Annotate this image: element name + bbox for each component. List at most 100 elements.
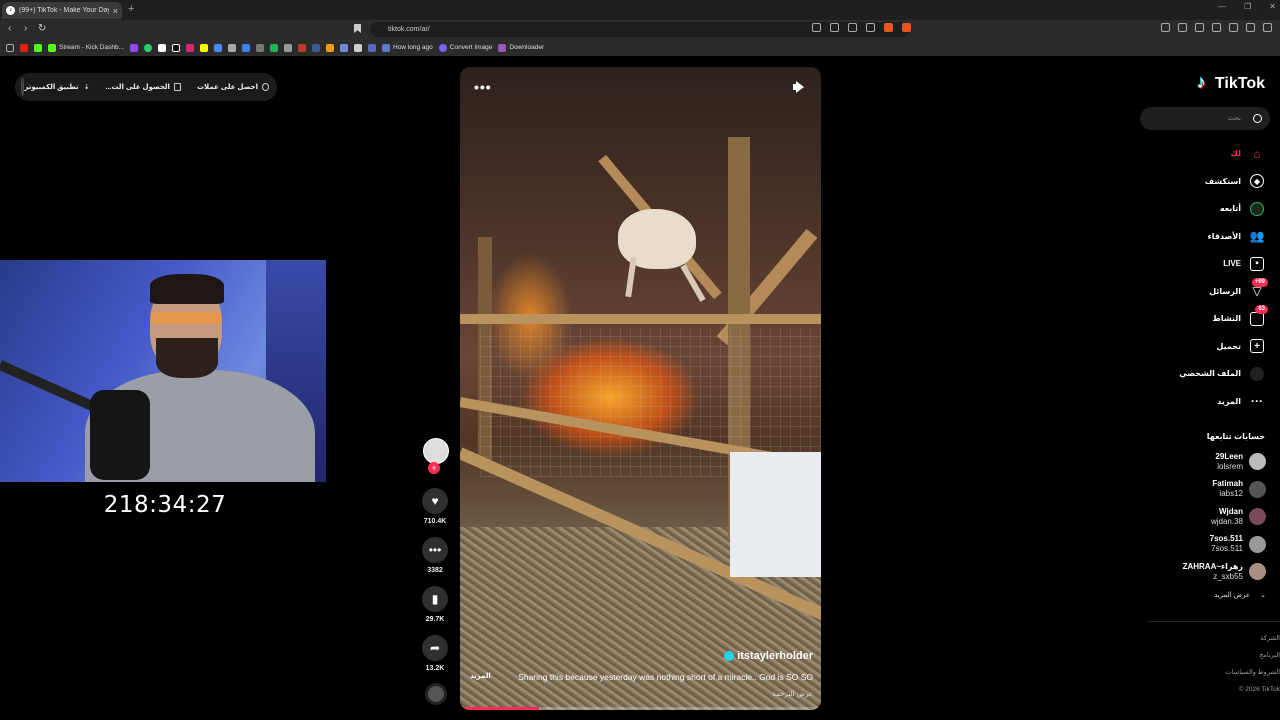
bookmark-whatsapp[interactable] (144, 43, 153, 52)
video-caption: المزيد Sharing this because yesterday wa… (470, 672, 813, 682)
translate-icon[interactable] (812, 23, 821, 32)
nav-profile[interactable]: الملف الشخصي (1124, 360, 1264, 388)
bookmark-item[interactable] (256, 43, 265, 52)
close-tab-icon[interactable]: × (113, 6, 118, 16)
window-controls: — ❐ ✕ (1218, 2, 1276, 11)
nav-upload[interactable]: تحميل + (1124, 333, 1264, 361)
list-item[interactable]: 29Leen lolsrem (1156, 448, 1266, 476)
see-more-button[interactable]: عرض المزيد ⌄ (1214, 591, 1266, 599)
bookmark-instagram[interactable] (186, 43, 195, 52)
list-item[interactable]: Wjdan wjdan.38 (1156, 503, 1266, 531)
bookmark-item[interactable] (242, 43, 251, 52)
sidebar-icon[interactable] (1212, 23, 1221, 32)
follow-plus-icon[interactable]: + (428, 462, 440, 474)
nav-friends[interactable]: الأصدقاء 👥 (1124, 223, 1265, 251)
footer-link-company[interactable]: الشركة (1220, 630, 1280, 647)
nav-live[interactable]: LIVE ▪ (1124, 250, 1264, 278)
bookmark-tiktok[interactable] (172, 43, 181, 52)
new-tab-icon[interactable]: + (128, 3, 134, 15)
bookmark-item[interactable] (270, 43, 279, 52)
bookmark-youtube[interactable] (20, 43, 28, 52)
tiktok-logo[interactable]: TikTok (1197, 72, 1265, 93)
close-window-icon[interactable]: ✕ (1269, 2, 1276, 11)
url-text: tiktok.com/ar/ (388, 26, 430, 33)
nav-following[interactable]: أتابعه (1124, 195, 1264, 223)
bookmark-downloader[interactable]: Downloader (498, 43, 544, 52)
friends-icon: 👥 (1249, 229, 1265, 244)
bookmark-item[interactable] (326, 43, 335, 52)
video-white-panel (730, 452, 821, 577)
bookmark-twitch[interactable] (130, 43, 139, 52)
footer-link-program[interactable]: البرنامج (1220, 647, 1280, 664)
share-icon[interactable] (866, 23, 875, 32)
bookmark-snapchat[interactable] (200, 43, 209, 52)
bookmark-item[interactable] (228, 43, 237, 52)
nav-messages[interactable]: الرسائل ▽ +99 (1124, 277, 1268, 306)
browser-tab[interactable]: ♪ (99+) TikTok - Make Your Day × (2, 2, 122, 19)
sidebar-divider (1148, 621, 1280, 622)
brave-shield-icon[interactable] (884, 23, 893, 32)
bookmark-item[interactable] (340, 43, 349, 52)
get-coins-button[interactable]: احصل على عملات (197, 83, 269, 91)
like-button[interactable]: ♥ 710.4K (421, 488, 449, 525)
save-button[interactable]: ▮ 29.7K (421, 586, 449, 623)
list-item[interactable]: 7sos.511 7sos.511 (1156, 531, 1266, 559)
nav-more[interactable]: المزيد ··· (1124, 388, 1264, 416)
bookmark-x[interactable] (158, 43, 167, 52)
forward-icon[interactable]: › (24, 23, 27, 34)
bookmark-item[interactable] (214, 43, 223, 52)
maximize-icon[interactable]: ❐ (1244, 2, 1251, 11)
bookmark-item[interactable] (368, 43, 377, 52)
following-accounts-title: حسابات تتابعها (1206, 432, 1265, 441)
video-progress-bar[interactable] (460, 707, 821, 710)
wallet-icon[interactable] (1229, 23, 1238, 32)
extension-icon[interactable] (1161, 23, 1170, 32)
nav-for-you[interactable]: لك ⌂ (1124, 140, 1264, 168)
bookmark-item[interactable] (312, 43, 321, 52)
sound-icon[interactable] (793, 81, 807, 93)
media-icon[interactable] (1195, 23, 1204, 32)
list-item[interactable]: Fatimah iabs12 (1156, 476, 1266, 504)
search-input[interactable] (1140, 107, 1245, 130)
menu-icon[interactable] (1263, 23, 1272, 32)
comment-button[interactable]: ••• 3382 (421, 537, 449, 574)
nav-activity[interactable]: النشاط 63 (1124, 305, 1268, 333)
get-app-button[interactable]: الحصول على الت... (106, 83, 181, 91)
apps-icon[interactable] (6, 43, 14, 52)
vpn-icon[interactable] (1246, 23, 1255, 32)
bookmark-item[interactable] (354, 43, 363, 52)
bookmark-item[interactable] (284, 43, 293, 52)
bookmark-convert-image[interactable]: Convert Image (438, 43, 492, 52)
video-author[interactable]: itstaylerholder (724, 650, 813, 662)
video-more-icon[interactable]: ••• (474, 79, 492, 95)
save-count: 29.7K (425, 616, 445, 623)
footer-link-terms[interactable]: الشروط والسياسات (1220, 664, 1280, 681)
brave-rewards-icon[interactable] (902, 23, 911, 32)
desktop-app-button[interactable]: ⇣ تطبيق الكمبيوتر (24, 83, 89, 91)
bookmark-kick[interactable] (34, 43, 42, 52)
share-button[interactable]: ➦ 13.2K (421, 635, 449, 672)
zoom-icon[interactable] (830, 23, 839, 32)
webcam-person-glasses (151, 312, 221, 324)
nav-explore[interactable]: استكشف ◆ (1124, 168, 1264, 196)
cast-icon[interactable] (848, 23, 857, 32)
video-player[interactable]: ••• itstaylerholder المزيد Sharing this … (460, 67, 821, 710)
see-translation-button[interactable]: عرض الترجمة (772, 690, 813, 698)
caption-more-button[interactable]: المزيد (470, 672, 491, 682)
minimize-icon[interactable]: — (1218, 2, 1226, 11)
list-item[interactable]: ZAHRAA~زهراء z_sxb55 (1156, 558, 1266, 586)
coin-icon (262, 83, 269, 91)
reload-icon[interactable]: ↻ (38, 23, 46, 34)
extension-icon[interactable] (1178, 23, 1187, 32)
bookmark-how-long-ago[interactable]: How long ago (382, 43, 433, 52)
music-disc-icon[interactable] (425, 683, 447, 705)
bookmark-stream-kick[interactable]: Stream - Kick Dashb... (48, 43, 124, 52)
webcam-feed (0, 260, 326, 482)
creator-avatar[interactable] (423, 438, 449, 464)
address-bar-icons (812, 23, 911, 32)
search-icon[interactable] (1253, 114, 1262, 123)
home-icon: ⌂ (1253, 146, 1261, 161)
bookmark-item[interactable] (298, 43, 307, 52)
bookmark-icon[interactable] (354, 24, 361, 33)
back-icon[interactable]: ‹ (8, 23, 11, 34)
